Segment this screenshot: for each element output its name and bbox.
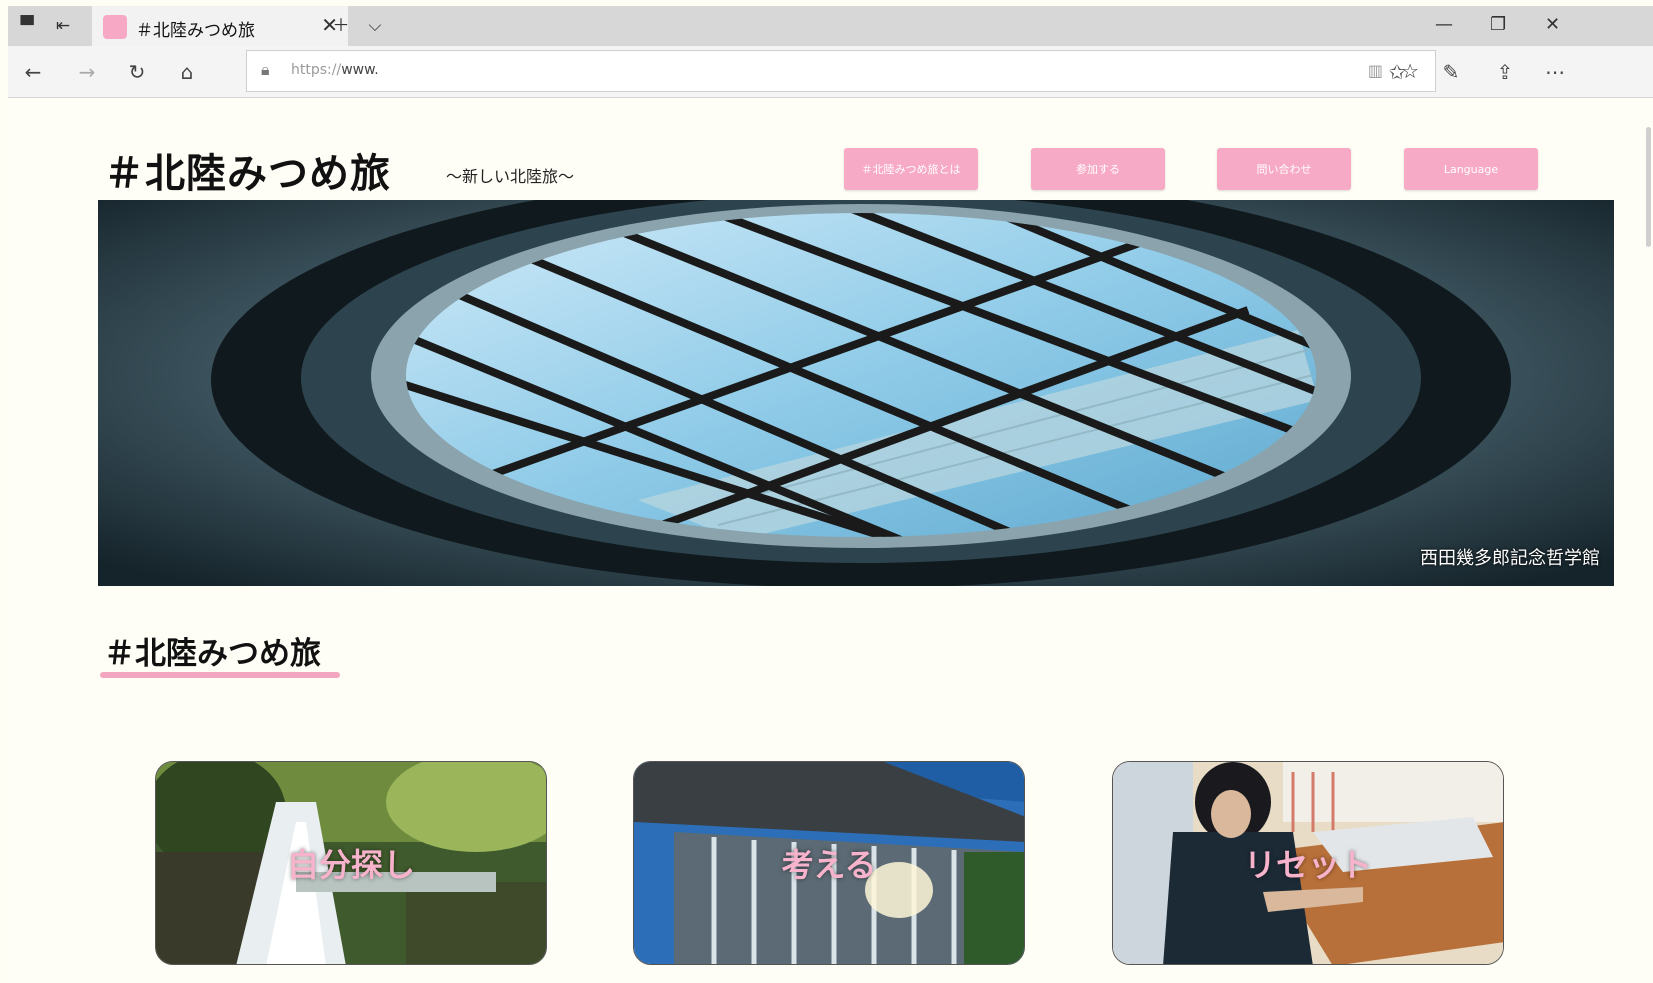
restore-icon[interactable]: ❐ xyxy=(1490,14,1506,36)
reading-view-icon[interactable]: ▥ xyxy=(1368,61,1383,80)
url-host: www. xyxy=(341,62,379,78)
nav-join-button[interactable]: 参加する xyxy=(1031,148,1165,190)
home-icon[interactable]: ⌂ xyxy=(174,59,200,85)
nav-about-button[interactable]: ＃北陸みつめ旅とは xyxy=(844,148,978,190)
share-icon[interactable]: ⇪ xyxy=(1492,59,1518,85)
minimize-icon[interactable]: — xyxy=(1435,14,1453,36)
nav-contact-button[interactable]: 問い合わせ xyxy=(1217,148,1351,190)
scrollbar-thumb[interactable] xyxy=(1646,127,1651,247)
tab-list-chevron-icon[interactable]: ⌵ xyxy=(364,15,386,37)
tab-title: ＃北陸みつめ旅 xyxy=(136,21,255,41)
section-title-underline xyxy=(100,672,340,678)
new-tab-icon[interactable]: ＋ xyxy=(330,15,352,37)
web-page: ＃北陸みつめ旅 ～新しい北陸旅～ ＃北陸みつめ旅とは 参加する 問い合わせ La… xyxy=(8,99,1653,983)
lock-icon[interactable]: 🔒︎ xyxy=(261,60,270,80)
url-prefix: https:// xyxy=(291,62,342,78)
card-reset[interactable]: リセット xyxy=(1112,761,1504,965)
section-title: ＃北陸みつめ旅 xyxy=(104,636,321,672)
pen-notes-icon[interactable]: ✎ xyxy=(1438,59,1464,85)
favorites-list-icon[interactable]: ✩ xyxy=(1384,59,1410,85)
card-self-discovery[interactable]: 自分探し xyxy=(155,761,547,965)
card-reset-label: リセット xyxy=(1243,846,1372,884)
set-aside-tabs-icon[interactable]: ⇤ xyxy=(52,15,74,37)
page-scrollbar[interactable] xyxy=(1643,109,1653,983)
card-self-discovery-label: 自分探し xyxy=(286,846,415,884)
navigation-bar: ← → ↻ ⌂ 🔒︎ https://www. ▥ ☆ ✩ ✎ ⇪ ⋯ xyxy=(8,46,1653,98)
more-menu-icon[interactable]: ⋯ xyxy=(1542,59,1568,85)
forward-icon[interactable]: → xyxy=(74,59,100,85)
tab-actions-icon[interactable]: ▀ xyxy=(16,15,38,37)
card-think-label: 考える xyxy=(781,846,877,884)
hero-caption: 西田幾多郎記念哲学館 xyxy=(1420,548,1600,569)
tab-bar: ▀ ⇤ ＃北陸みつめ旅 ✕ ＋ ⌵ — ❐ ✕ xyxy=(8,6,1653,46)
site-title[interactable]: ＃北陸みつめ旅 xyxy=(104,141,391,199)
tab-favicon-icon xyxy=(103,15,127,39)
hero-image: 西田幾多郎記念哲学館 xyxy=(98,200,1614,586)
browser-tab[interactable]: ＃北陸みつめ旅 ✕ xyxy=(92,6,348,46)
site-subtitle: ～新しい北陸旅～ xyxy=(446,167,575,186)
card-think[interactable]: 考える xyxy=(633,761,1025,965)
hero-skylight-illustration xyxy=(98,200,1614,586)
address-bar[interactable]: 🔒︎ https://www. ▥ ☆ xyxy=(246,50,1436,92)
refresh-icon[interactable]: ↻ xyxy=(124,59,150,85)
url-text[interactable]: https://www. xyxy=(291,62,379,78)
close-window-icon[interactable]: ✕ xyxy=(1545,14,1560,36)
browser-window: ▀ ⇤ ＃北陸みつめ旅 ✕ ＋ ⌵ — ❐ ✕ ← → ↻ ⌂ 🔒︎ https… xyxy=(0,0,1653,983)
nav-language-button[interactable]: Language xyxy=(1404,148,1538,190)
back-icon[interactable]: ← xyxy=(20,59,46,85)
